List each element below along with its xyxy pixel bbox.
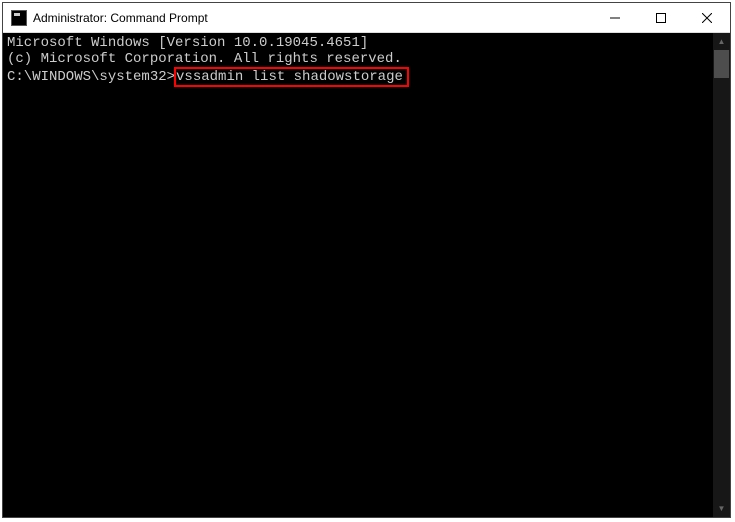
command-text: vssadmin list shadowstorage <box>176 69 403 85</box>
scroll-up-arrow-icon[interactable]: ▲ <box>713 33 730 50</box>
prompt-line: C:\WINDOWS\system32>vssadmin list shadow… <box>7 67 709 87</box>
prompt-text: C:\WINDOWS\system32> <box>7 69 175 85</box>
vertical-scrollbar[interactable]: ▲ ▼ <box>713 33 730 517</box>
output-line: (c) Microsoft Corporation. All rights re… <box>7 51 709 67</box>
titlebar[interactable]: Administrator: Command Prompt <box>3 3 730 33</box>
window-title: Administrator: Command Prompt <box>33 11 592 25</box>
window-controls <box>592 3 730 32</box>
close-button[interactable] <box>684 3 730 32</box>
cmd-icon <box>11 10 27 26</box>
console-output[interactable]: Microsoft Windows [Version 10.0.19045.46… <box>3 33 713 517</box>
scroll-thumb[interactable] <box>714 50 729 78</box>
command-highlight: vssadmin list shadowstorage <box>174 67 409 87</box>
maximize-icon <box>656 13 666 23</box>
command-prompt-window: Administrator: Command Prompt Microsoft … <box>2 2 731 518</box>
minimize-button[interactable] <box>592 3 638 32</box>
output-line: Microsoft Windows [Version 10.0.19045.46… <box>7 35 709 51</box>
maximize-button[interactable] <box>638 3 684 32</box>
console-area[interactable]: Microsoft Windows [Version 10.0.19045.46… <box>3 33 730 517</box>
minimize-icon <box>610 13 620 23</box>
scroll-down-arrow-icon[interactable]: ▼ <box>713 500 730 517</box>
close-icon <box>702 13 712 23</box>
